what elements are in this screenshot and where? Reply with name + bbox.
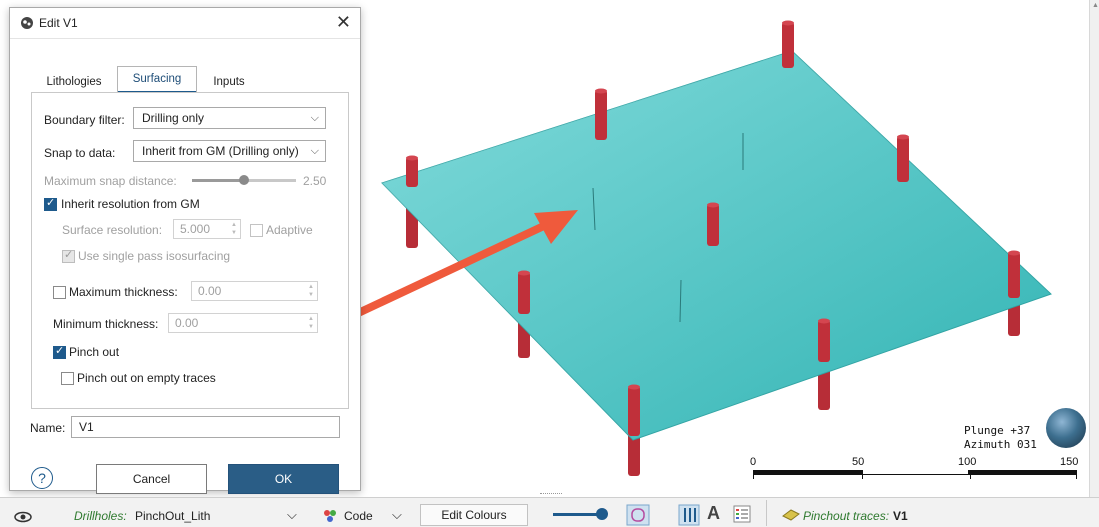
name-label: Name: bbox=[30, 421, 66, 435]
min-thickness-field[interactable]: 0.00 ▲ ▼ bbox=[168, 313, 318, 333]
drillhole bbox=[707, 204, 719, 246]
edit-colours-button[interactable]: Edit Colours bbox=[420, 504, 528, 526]
name-input-value: V1 bbox=[79, 420, 94, 434]
surface-resolution-field[interactable]: 5.000 ▲ ▼ bbox=[173, 219, 241, 239]
spin-arrows-icon: ▲ ▼ bbox=[231, 222, 237, 236]
help-button[interactable]: ? bbox=[31, 467, 53, 489]
spin-arrows-icon: ▲ ▼ bbox=[308, 316, 314, 330]
legend-list-icon[interactable] bbox=[733, 505, 751, 523]
boundary-filter-label: Boundary filter: bbox=[44, 113, 125, 127]
max-snap-slider-fill bbox=[192, 179, 244, 182]
scale-label: 150 bbox=[1060, 456, 1079, 468]
spin-arrows-icon: ▲ ▼ bbox=[308, 284, 314, 298]
inherit-resolution-label: Inherit resolution from GM bbox=[61, 197, 200, 211]
adaptive-label: Adaptive bbox=[266, 223, 313, 237]
azimuth-text: Azimuth 031 bbox=[964, 438, 1037, 451]
plunge-text: Plunge +37 bbox=[964, 424, 1031, 437]
max-thickness-value: 0.00 bbox=[198, 284, 222, 298]
pinch-out-empty-checkbox[interactable] bbox=[61, 372, 74, 385]
scale-label: 50 bbox=[852, 456, 865, 468]
dialog-titlebar[interactable]: Edit V1 ✕ bbox=[10, 8, 360, 39]
surface-resolution-value: 5.000 bbox=[180, 222, 211, 236]
cancel-button[interactable]: Cancel bbox=[96, 464, 207, 494]
max-thickness-field[interactable]: 0.00 ▲ ▼ bbox=[191, 281, 318, 301]
close-icon[interactable]: ✕ bbox=[336, 12, 351, 33]
drillholes-value: PinchOut_Lith bbox=[135, 509, 211, 523]
snap-to-data-label: Snap to data: bbox=[44, 146, 116, 160]
tab-inputs[interactable]: Inputs bbox=[202, 70, 256, 94]
max-snap-value: 2.50 bbox=[303, 174, 327, 188]
tab-surfacing[interactable]: Surfacing bbox=[117, 66, 197, 93]
drillhole bbox=[406, 157, 418, 187]
drillhole-cap bbox=[518, 270, 530, 276]
pinchout-value: V1 bbox=[893, 509, 908, 523]
ok-button[interactable]: OK bbox=[228, 464, 339, 494]
pinch-out-checkbox[interactable] bbox=[53, 344, 66, 359]
pinchout-label: Pinchout traces: bbox=[803, 509, 890, 523]
scale-label: 0 bbox=[750, 456, 757, 468]
boundary-filter-value: Drilling only bbox=[142, 111, 205, 125]
drillhole-cap bbox=[897, 134, 909, 140]
max-snap-label: Maximum snap distance: bbox=[44, 174, 177, 188]
pinch-out-label: Pinch out bbox=[69, 345, 120, 359]
scale-baseline bbox=[753, 474, 1077, 475]
single-pass-label: Use single pass isosurfacing bbox=[78, 249, 231, 263]
vertical-scrollbar[interactable]: ▲ bbox=[1089, 0, 1099, 497]
drillhole bbox=[518, 272, 530, 314]
drillhole bbox=[897, 136, 909, 182]
orientation-readout: Plunge +37 Azimuth 031 bbox=[964, 424, 1037, 452]
text-labels-icon[interactable]: A bbox=[707, 503, 720, 524]
edit-dialog: Edit V1 ✕ Lithologies Surfacing Inputs B… bbox=[9, 7, 361, 494]
dialog-title: Edit V1 bbox=[39, 16, 78, 30]
snap-to-data-value: Inherit from GM (Drilling only) bbox=[142, 144, 299, 158]
drillhole bbox=[628, 386, 640, 436]
pinch-out-empty-label: Pinch out on empty traces bbox=[77, 371, 216, 385]
separator bbox=[766, 500, 767, 526]
drillhole-cap bbox=[782, 20, 794, 26]
min-thickness-value: 0.00 bbox=[175, 316, 199, 330]
code-label: Code bbox=[344, 509, 373, 523]
min-thickness-label: Minimum thickness: bbox=[53, 317, 159, 331]
drillhole-cap bbox=[406, 155, 418, 161]
max-thickness-label: Maximum thickness: bbox=[69, 285, 178, 299]
eye-icon[interactable] bbox=[14, 508, 32, 526]
single-pass-checkbox[interactable] bbox=[62, 248, 75, 263]
tab-surfacing-label: Surfacing bbox=[132, 73, 182, 85]
name-input[interactable]: V1 bbox=[71, 416, 340, 438]
drillhole bbox=[818, 320, 830, 362]
opacity-slider-track[interactable] bbox=[553, 513, 601, 516]
traces-icon[interactable] bbox=[678, 504, 700, 526]
chevron-down-icon: ⌵ bbox=[310, 112, 319, 124]
drillhole-cap bbox=[707, 202, 719, 208]
chevron-down-icon[interactable]: ⌵ bbox=[392, 507, 402, 523]
boundary-filter-select[interactable]: Drilling only ⌵ bbox=[133, 107, 326, 129]
drillhole-cap bbox=[595, 88, 607, 94]
surface-resolution-label: Surface resolution: bbox=[62, 223, 163, 237]
render-mode-icon[interactable] bbox=[626, 504, 650, 526]
drillhole-cap bbox=[628, 384, 640, 390]
scale-label: 100 bbox=[958, 456, 977, 468]
drillhole bbox=[1008, 252, 1020, 298]
max-snap-slider-handle[interactable] bbox=[239, 175, 249, 185]
opacity-slider-handle[interactable] bbox=[596, 508, 608, 520]
drillhole bbox=[595, 90, 607, 140]
drillhole-cap bbox=[818, 318, 830, 324]
status-bar: Drillholes: PinchOut_Lith ⌵ Code ⌵ Edit … bbox=[0, 497, 1099, 527]
tab-lithologies[interactable]: Lithologies bbox=[38, 70, 110, 94]
app-logo-icon bbox=[21, 17, 33, 29]
adaptive-checkbox[interactable] bbox=[250, 224, 263, 237]
snap-to-data-select[interactable]: Inherit from GM (Drilling only) ⌵ bbox=[133, 140, 326, 162]
drillholes-label: Drillholes: bbox=[74, 509, 127, 523]
drillhole bbox=[782, 22, 794, 68]
surfacing-panel: Boundary filter: Drilling only ⌵ Snap to… bbox=[31, 92, 349, 409]
inherit-resolution-checkbox[interactable] bbox=[44, 196, 57, 211]
colour-palette-icon[interactable] bbox=[322, 508, 338, 524]
view-globe-icon[interactable] bbox=[1046, 408, 1086, 448]
chevron-down-icon[interactable]: ⌵ bbox=[287, 507, 297, 523]
scale-bar: 0 50 100 150 bbox=[750, 456, 1080, 480]
pinchout-object-icon bbox=[782, 509, 800, 521]
drillhole-cap bbox=[1008, 250, 1020, 256]
chevron-down-icon: ⌵ bbox=[310, 145, 319, 157]
max-thickness-checkbox[interactable] bbox=[53, 286, 66, 299]
